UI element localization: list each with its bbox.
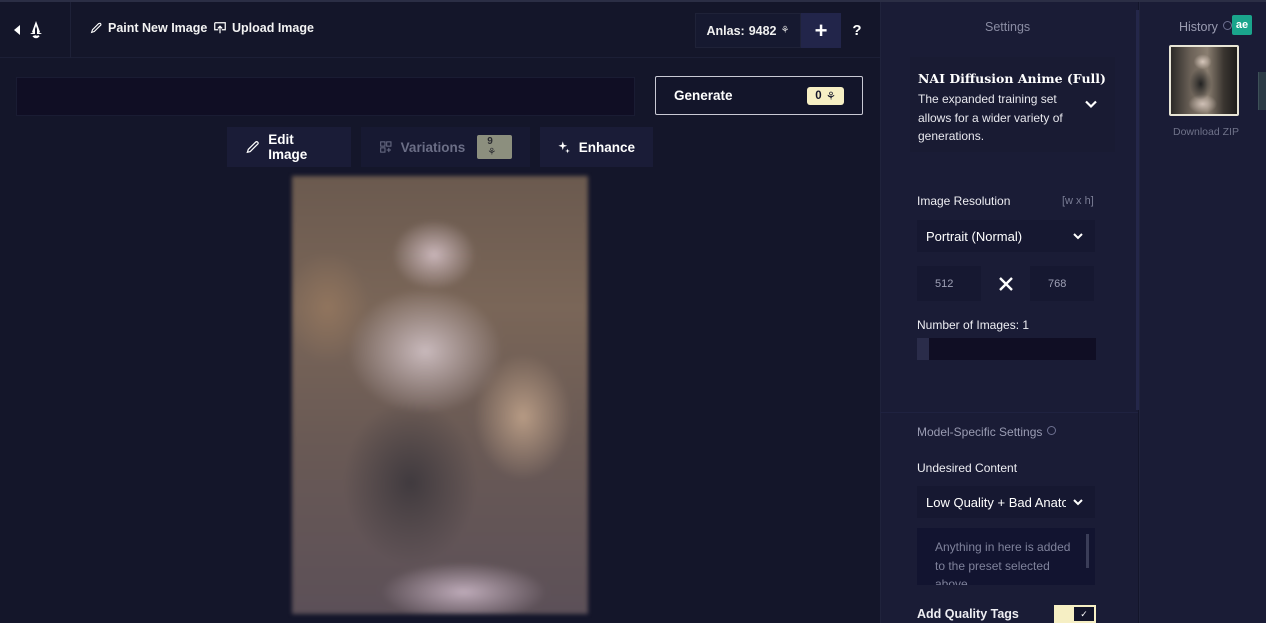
edit-image-label: Edit Image (268, 132, 308, 162)
help-button[interactable]: ? (847, 13, 867, 48)
undesired-content-selected-value: Low Quality + Bad Anatomy (926, 494, 1066, 510)
times-icon (999, 277, 1013, 291)
enhance-button[interactable]: Enhance (540, 127, 653, 167)
model-description: The expanded training set allows for a w… (918, 92, 1063, 143)
logo-area[interactable] (0, 2, 71, 58)
extension-badge-icon[interactable]: ae (1232, 15, 1252, 35)
generate-cost-badge: 0 ⚘ (807, 86, 844, 105)
history-title-text: History (1179, 20, 1218, 34)
number-of-images-slider[interactable] (917, 338, 1096, 360)
paint-new-image-button[interactable]: Paint New Image (89, 21, 207, 35)
info-icon[interactable] (1222, 21, 1232, 30)
anlas-balance: Anlas: 9482 ⚘ (695, 13, 801, 48)
novelai-image-generation-app: Paint New Image Upload Image Anlas: 9482… (0, 0, 1266, 623)
history-thumbnail[interactable] (1169, 45, 1239, 116)
upload-image-button[interactable]: Upload Image (213, 21, 314, 35)
info-icon[interactable] (1047, 426, 1057, 435)
side-handle[interactable] (1258, 72, 1266, 110)
image-resolution-label: Image Resolution (917, 194, 1011, 208)
height-input[interactable] (1030, 266, 1094, 301)
buy-anlas-button[interactable]: + (801, 13, 841, 48)
variations-button[interactable]: Variations 9 ⚘ (361, 127, 530, 167)
edit-image-button[interactable]: Edit Image (227, 127, 351, 167)
top-bar: Paint New Image Upload Image Anlas: 9482… (0, 2, 880, 58)
paint-new-image-label: Paint New Image (108, 21, 208, 35)
pencil-icon (246, 141, 259, 154)
enhance-label: Enhance (578, 139, 635, 155)
model-name: NAI Diffusion Anime (Full) (918, 71, 1106, 86)
upload-icon (214, 22, 226, 34)
generate-cost-value: 0 (815, 89, 822, 102)
model-selector[interactable]: NAI Diffusion Anime (Full) The expanded … (910, 57, 1115, 152)
variations-cost-value: 9 (487, 136, 493, 147)
undesired-content-textarea[interactable] (917, 528, 1095, 585)
settings-divider (880, 412, 1138, 413)
image-resolution-hint: [w x h] (1062, 195, 1094, 207)
variations-label: Variations (400, 139, 466, 155)
width-input[interactable] (917, 266, 981, 301)
anlas-icon: ⚘ (825, 90, 836, 103)
chevron-down-icon[interactable] (1082, 95, 1100, 113)
download-zip-button[interactable]: Download ZIP (1173, 126, 1239, 138)
prompt-input[interactable] (16, 77, 635, 116)
main-area: Paint New Image Upload Image Anlas: 9482… (0, 2, 880, 623)
variations-cost-badge: 9 ⚘ (477, 135, 512, 159)
generated-image-preview[interactable] (292, 176, 588, 614)
sparkle-icon (558, 141, 570, 154)
resolution-selected-value: Portrait (Normal) (926, 228, 1023, 244)
slider-thumb[interactable] (917, 338, 929, 360)
novelai-logo-icon (30, 21, 42, 39)
resolution-select[interactable]: Portrait (Normal) (917, 220, 1095, 252)
textarea-scrollbar[interactable] (1086, 534, 1089, 568)
brush-icon (90, 22, 102, 34)
model-specific-settings-text: Model-Specific Settings (917, 425, 1043, 439)
history-title: History (1179, 20, 1232, 34)
generate-button[interactable]: Generate 0 ⚘ (655, 76, 863, 115)
undesired-content-select[interactable]: Low Quality + Bad Anatomy (917, 486, 1095, 518)
variations-grid-icon (380, 141, 392, 153)
anlas-icon: ⚘ (780, 25, 790, 36)
model-specific-settings-label: Model-Specific Settings (917, 425, 1057, 439)
undesired-content-label: Undesired Content (917, 461, 1018, 475)
number-of-images-text: Number of Images: (917, 318, 1020, 332)
add-quality-tags-toggle[interactable]: ✓ (1054, 605, 1096, 623)
chevron-down-icon (1073, 233, 1083, 240)
anlas-label: Anlas: (706, 23, 745, 38)
number-of-images-value: 1 (1022, 318, 1030, 332)
caret-left-icon[interactable] (14, 25, 20, 35)
generate-label: Generate (674, 88, 733, 103)
number-of-images-label: Number of Images: 1 (917, 318, 1029, 332)
anlas-value: 9482 (748, 23, 777, 38)
add-quality-tags-label: Add Quality Tags (917, 607, 1019, 621)
settings-title: Settings (985, 20, 1031, 34)
check-icon: ✓ (1074, 607, 1094, 621)
upload-image-label: Upload Image (232, 21, 314, 35)
chevron-down-icon (1073, 499, 1083, 506)
